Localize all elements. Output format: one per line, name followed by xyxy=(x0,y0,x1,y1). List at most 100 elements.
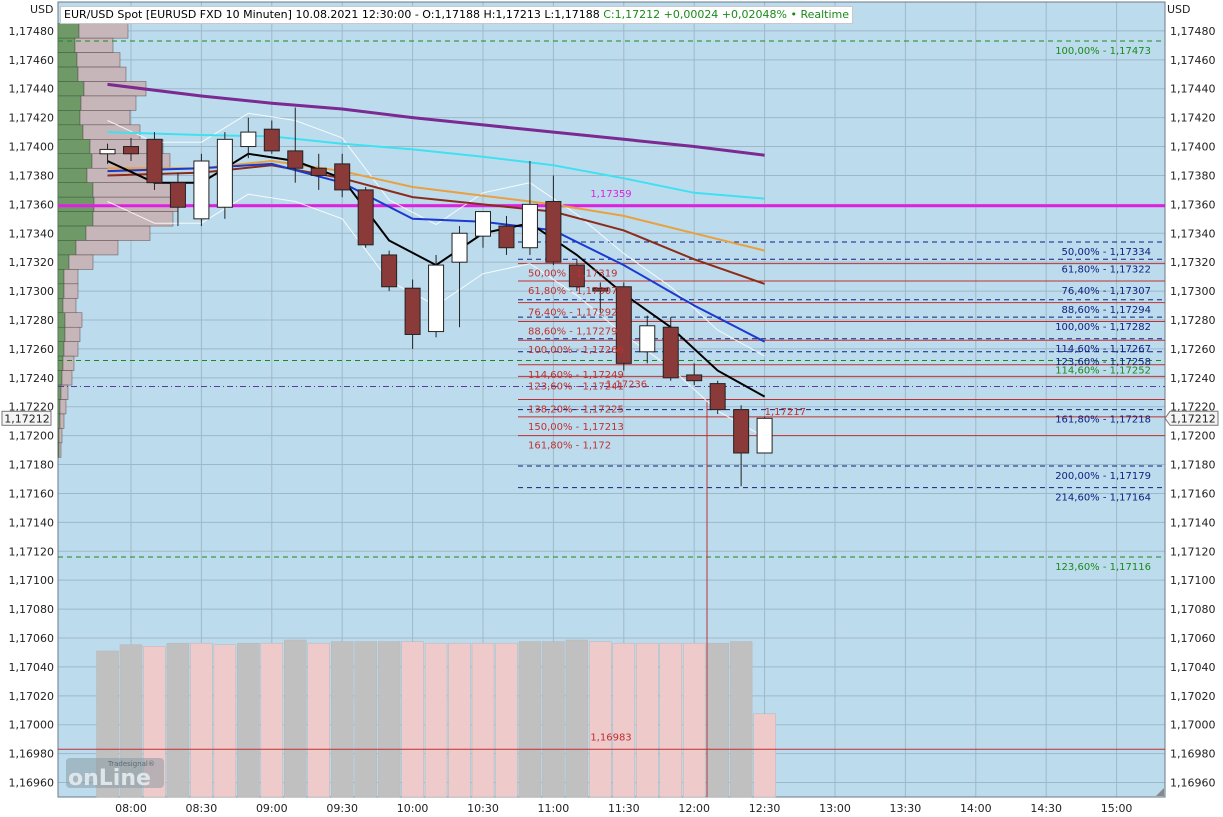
y-tick-label: 1,17160 xyxy=(9,487,55,500)
volume-bar xyxy=(284,639,307,798)
fib-label: 61,80% - 1,17307 xyxy=(528,286,617,297)
level-label: 100,00% - 1,17473 xyxy=(1055,46,1151,57)
profile-bar-down xyxy=(68,254,94,270)
profile-bar-up xyxy=(57,66,79,82)
profile-bar-down xyxy=(78,23,129,39)
y-tick-label: 1,17420 xyxy=(9,112,55,125)
profile-bar-up xyxy=(57,399,61,415)
profile-bar-up xyxy=(57,254,70,270)
y-tick-label: 1,17100 xyxy=(9,574,55,587)
y-tick-label: 1,17440 xyxy=(9,83,55,96)
candle-body xyxy=(521,203,538,249)
x-tick-label: 13:30 xyxy=(890,802,922,815)
volume-bar xyxy=(354,641,377,798)
volume-bar xyxy=(307,642,330,798)
profile-bar-down xyxy=(85,225,151,241)
profile-bar-down xyxy=(74,37,114,53)
profile-bar-up xyxy=(57,298,64,314)
profile-bar-up xyxy=(57,139,91,155)
y-tick-label: 1,17280 xyxy=(1170,314,1216,327)
candle-body xyxy=(216,138,233,208)
x-tick-label: 12:00 xyxy=(678,802,710,815)
candle-body xyxy=(381,254,398,288)
candle-body xyxy=(169,182,186,208)
y-tick-label: 1,17140 xyxy=(9,516,55,529)
y-tick-label: 1,17420 xyxy=(1170,112,1216,125)
candle-body xyxy=(756,417,773,454)
profile-bar-up xyxy=(57,23,80,39)
y-tick-label: 1,17200 xyxy=(9,430,55,443)
profile-bar-up xyxy=(57,225,87,241)
volume-bar xyxy=(753,713,776,798)
volume-bar xyxy=(448,642,471,798)
y-tick-label: 1,17360 xyxy=(1170,198,1216,211)
x-tick-label: 14:00 xyxy=(960,802,992,815)
candle-body xyxy=(404,287,421,335)
y-tick-label: 1,17080 xyxy=(1170,603,1216,616)
profile-bar-down xyxy=(63,283,79,299)
profile-bar-down xyxy=(62,298,77,314)
y-tick-label: 1,17380 xyxy=(1170,169,1216,182)
y-tick-label: 1,17160 xyxy=(1170,487,1216,500)
volume-bars xyxy=(96,639,776,798)
y-tick-label: 1,16980 xyxy=(1170,748,1216,761)
y-tick-label: 1,17020 xyxy=(1170,690,1216,703)
y-tick-label: 1,17400 xyxy=(1170,141,1216,154)
fib-label: 138,20% - 1,17225 xyxy=(528,405,624,416)
profile-bar-up xyxy=(57,269,65,285)
profile-bar-up xyxy=(57,413,61,429)
candle-body xyxy=(733,409,750,454)
candle-body xyxy=(498,225,515,249)
fib-label: 50,00% - 1,17319 xyxy=(528,269,617,280)
x-tick-label: 14:30 xyxy=(1030,802,1062,815)
y-tick-label: 1,17460 xyxy=(1170,54,1216,67)
volume-bar xyxy=(706,642,729,798)
y-tick-label: 1,17460 xyxy=(9,54,55,67)
chart-title: EUR/USD Spot [EURUSD FXD 10 Minuten] 10.… xyxy=(64,8,600,21)
candle-body xyxy=(287,150,304,169)
profile-bar-down xyxy=(63,341,79,357)
profile-bar-up xyxy=(57,384,62,400)
level-label: 61,80% - 1,17322 xyxy=(1062,264,1151,275)
x-tick-label: 08:30 xyxy=(186,802,218,815)
level-label: 50,00% - 1,17334 xyxy=(1062,247,1151,258)
y-tick-label: 1,17320 xyxy=(9,256,55,269)
y-tick-label: 1,16960 xyxy=(1170,777,1216,790)
y-tick-label: 1,17000 xyxy=(1170,719,1216,732)
fib-label: 88,60% - 1,17279 xyxy=(528,326,617,337)
profile-bar-down xyxy=(61,370,73,386)
fib-label: 161,80% - 1,172 xyxy=(528,441,611,452)
level-label: 100,00% - 1,17282 xyxy=(1055,322,1151,333)
profile-bar-down xyxy=(59,413,65,429)
price-annotation: 1,17217 xyxy=(765,407,806,418)
x-tick-label: 10:30 xyxy=(467,802,499,815)
volume-bar xyxy=(237,642,260,798)
level-label: 1,17359 xyxy=(590,189,631,200)
x-tick-label: 09:00 xyxy=(256,802,288,815)
right-unit-label: USD xyxy=(1167,3,1191,16)
y-tick-label: 1,17440 xyxy=(1170,83,1216,96)
watermark-big-text: onLine xyxy=(68,766,151,791)
profile-bar-up xyxy=(57,312,66,328)
price-annotation: 1,17236 xyxy=(606,380,647,391)
candle-body xyxy=(193,160,210,220)
volume-bar xyxy=(565,639,589,798)
fib-label: 100,00% - 1,17266 xyxy=(528,345,624,356)
candle-body xyxy=(334,163,351,191)
y-tick-label: 1,17000 xyxy=(9,719,55,732)
y-tick-label: 1,17300 xyxy=(9,285,55,298)
price-chart[interactable]: 100,00% - 1,17473 1,17359 50,00% - 1,17334… xyxy=(0,0,1223,817)
x-axis: 08:00 08:30 09:00 09:30 10:00 10:30 11:00 11:30… xyxy=(115,802,1132,815)
profile-bar-down xyxy=(60,384,69,400)
y-tick-label: 1,17120 xyxy=(9,545,55,558)
volume-bar xyxy=(401,641,424,798)
profile-bar-down xyxy=(58,428,63,444)
x-tick-label: 12:30 xyxy=(749,802,781,815)
level-label: 1,16983 xyxy=(590,732,631,743)
candle-body xyxy=(475,211,491,237)
y-tick-label: 1,17100 xyxy=(1170,574,1216,587)
volume-bar xyxy=(612,642,636,798)
level-label: 114,60% - 1,17267 xyxy=(1055,344,1151,355)
volume-bar xyxy=(424,642,448,798)
profile-bar-down xyxy=(59,399,67,415)
